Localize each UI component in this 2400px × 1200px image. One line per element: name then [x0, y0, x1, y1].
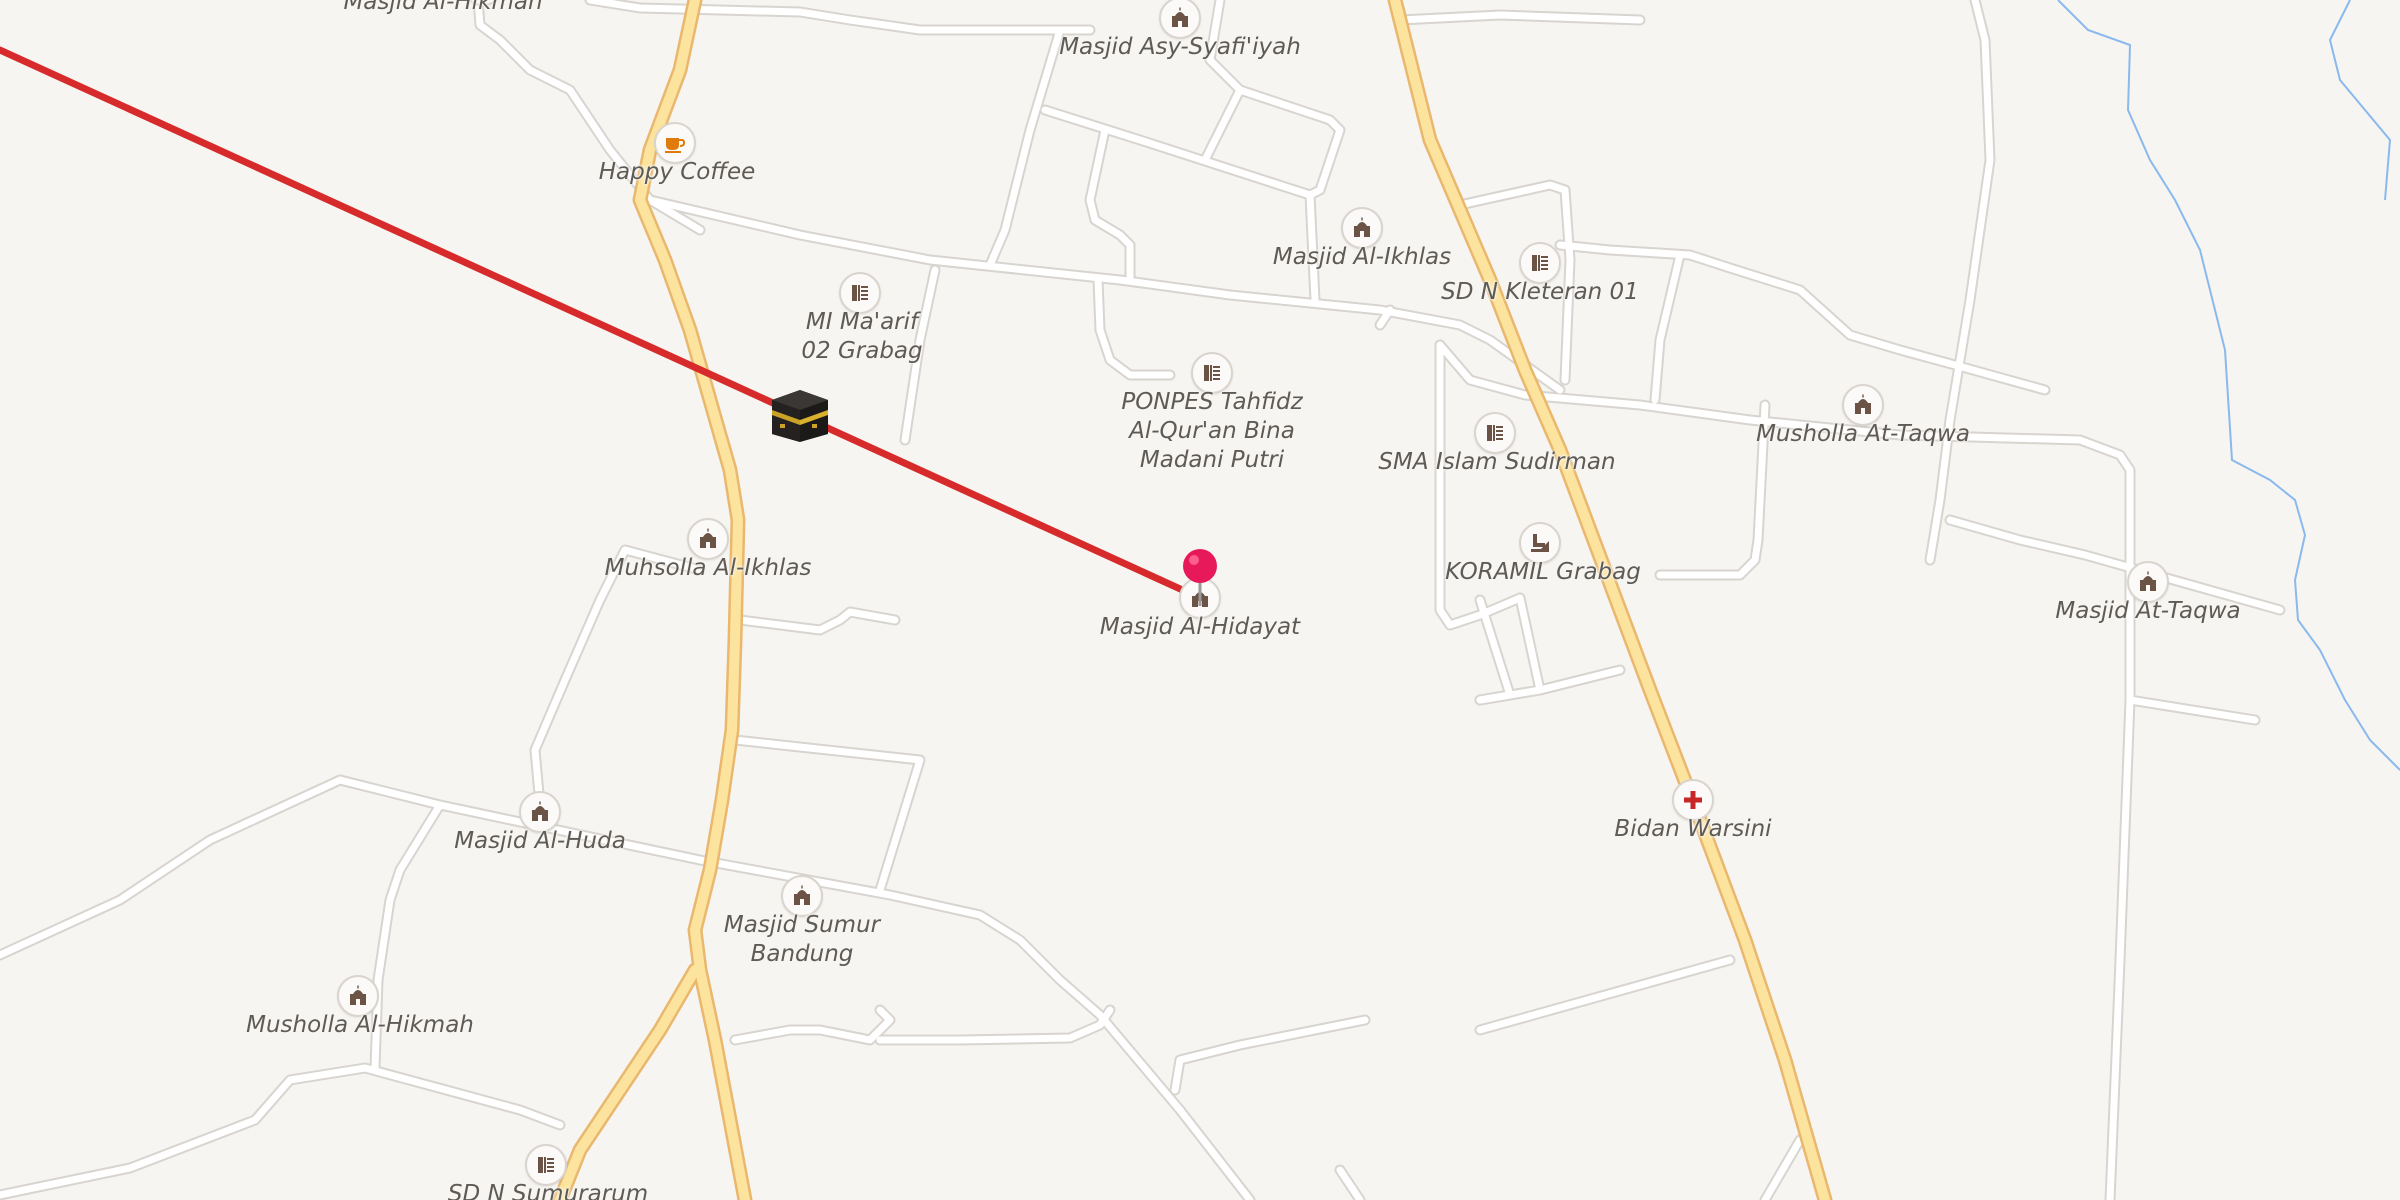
poi-label[interactable]: Masjid Sumur Bandung	[724, 911, 880, 969]
poi-label[interactable]: Masjid Al-Huda	[454, 827, 626, 856]
poi-label[interactable]: Masjid Al-Ikhlas	[1273, 243, 1451, 272]
poi-label[interactable]: SD N Sumurarum	[448, 1180, 648, 1200]
poi-label[interactable]: MI Ma'arif 02 Grabag	[801, 308, 922, 366]
poi-label[interactable]: Masjid At-Taqwa	[2055, 597, 2240, 626]
poi-label[interactable]: Masjid Al-Hidayat	[1100, 613, 1300, 642]
poi-label[interactable]: KORAMIL Grabag	[1445, 558, 1641, 587]
poi-label[interactable]: Masjid Asy-Syafi'iyah	[1059, 33, 1301, 62]
poi-label[interactable]: Happy Coffee	[599, 158, 756, 187]
poi-label[interactable]: Musholla At-Taqwa	[1756, 420, 1970, 449]
map-pin-icon[interactable]	[1180, 546, 1220, 608]
poi-label[interactable]: SMA Islam Sudirman	[1378, 448, 1615, 477]
poi-label[interactable]: Bidan Warsini	[1614, 815, 1771, 844]
kaaba-icon[interactable]	[770, 388, 830, 444]
poi-label[interactable]: Muhsolla Al-Ikhlas	[605, 554, 812, 583]
map-view[interactable]: Masjid Al-Hikmah Masjid Asy-Syafi'iyah H…	[0, 0, 2400, 1200]
poi-label[interactable]: PONPES Tahfidz Al-Qur'an Bina Madani Put…	[1121, 388, 1302, 475]
poi-label[interactable]: SD N Kleteran 01	[1441, 278, 1639, 307]
water-streams	[2057, 0, 2400, 771]
poi-label[interactable]: Masjid Al-Hikmah	[343, 0, 542, 17]
poi-label[interactable]: Musholla Al-Hikmah	[246, 1011, 474, 1040]
